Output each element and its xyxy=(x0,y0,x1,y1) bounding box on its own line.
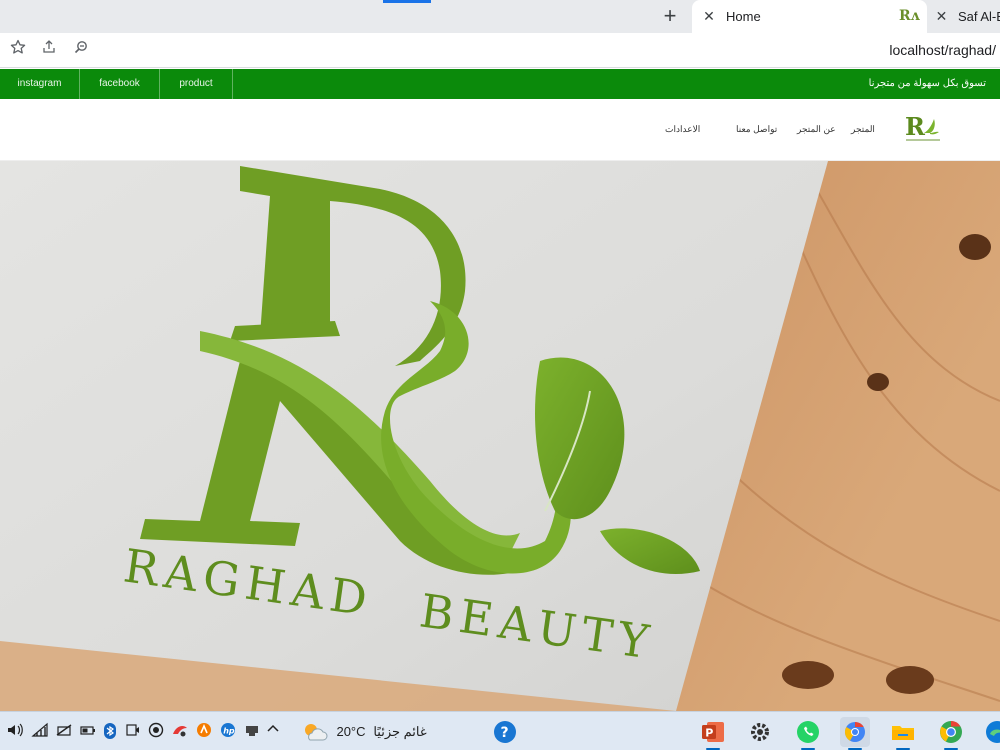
hero-banner: RAGHAD BEAUTY xyxy=(0,161,1000,711)
instagram-link[interactable]: instagram xyxy=(0,69,80,99)
weather-description: غائم جزئيًا xyxy=(373,724,427,739)
record-icon[interactable] xyxy=(146,722,166,742)
promo-text: تسوق بكل سهولة من متجرنا xyxy=(868,78,986,89)
volume-icon[interactable] xyxy=(4,722,26,742)
brand-logo[interactable]: R xyxy=(902,111,946,145)
network-icon[interactable] xyxy=(54,722,74,742)
taskbar: hp 20°C غائم جزئيًا ? P xyxy=(0,711,1000,750)
app-red-icon[interactable] xyxy=(170,722,190,742)
battery-icon[interactable] xyxy=(78,722,98,742)
site-top-bar: instagram facebook product تسوق بكل سهول… xyxy=(0,69,1000,99)
usb-icon[interactable] xyxy=(242,722,262,742)
site-favicon-icon: Rʌ xyxy=(899,8,920,24)
browser-tab-strip: + ✕ Home Rʌ ✕ Saf Al-Ba xyxy=(0,0,1000,33)
svg-text:R: R xyxy=(905,112,926,141)
meet-icon[interactable] xyxy=(124,722,142,742)
wifi-icon[interactable] xyxy=(30,722,50,742)
screen: + ✕ Home Rʌ ✕ Saf Al-Ba localhost/raghad… xyxy=(0,0,1000,750)
powerpoint-icon[interactable]: P xyxy=(698,717,728,750)
tab-title: Saf Al-Ba xyxy=(957,9,1000,24)
file-explorer-icon[interactable] xyxy=(888,717,918,750)
close-tab-icon[interactable]: ✕ xyxy=(933,8,950,25)
nav-store[interactable]: المتجر xyxy=(851,124,875,135)
zoom-icon[interactable] xyxy=(70,39,92,61)
nav-settings[interactable]: الاعدادات xyxy=(665,124,700,135)
svg-text:hp: hp xyxy=(223,727,235,736)
nav-contact[interactable]: تواصل معنا xyxy=(736,124,777,135)
tab-title: Home xyxy=(726,9,761,24)
help-icon[interactable]: ? xyxy=(490,717,520,747)
hp-icon[interactable]: hp xyxy=(218,722,238,742)
bluetooth-icon[interactable] xyxy=(102,722,118,742)
tab-loading-indicator xyxy=(383,0,431,3)
nav-about[interactable]: عن المتجر xyxy=(797,124,836,135)
weather-temperature: 20°C xyxy=(336,724,366,739)
weather-icon[interactable] xyxy=(302,722,328,742)
facebook-link[interactable]: facebook xyxy=(80,69,160,99)
site-header: المتجر عن المتجر تواصل معنا الاعدادات R xyxy=(0,99,1000,161)
share-icon[interactable] xyxy=(38,39,60,61)
chrome-icon[interactable] xyxy=(936,717,966,750)
tab-saf-al-ba[interactable]: ✕ Saf Al-Ba xyxy=(929,0,1000,33)
edge-icon[interactable] xyxy=(982,717,1000,747)
settings-icon[interactable] xyxy=(745,717,775,747)
svg-text:?: ? xyxy=(501,725,509,741)
browser-icon[interactable] xyxy=(840,717,870,750)
chevron-up-icon[interactable] xyxy=(264,722,282,742)
tab-home[interactable]: ✕ Home Rʌ xyxy=(692,0,927,33)
url-field[interactable]: localhost/raghad/ xyxy=(889,42,996,58)
new-tab-button[interactable]: + xyxy=(656,4,684,30)
close-tab-icon[interactable]: ✕ xyxy=(700,8,718,25)
avast-icon[interactable] xyxy=(194,722,214,742)
svg-text:P: P xyxy=(705,727,713,740)
product-link[interactable]: product xyxy=(160,69,233,99)
browser-toolbar: localhost/raghad/ xyxy=(0,33,1000,68)
whatsapp-icon[interactable] xyxy=(793,717,823,750)
star-icon[interactable] xyxy=(7,39,29,61)
